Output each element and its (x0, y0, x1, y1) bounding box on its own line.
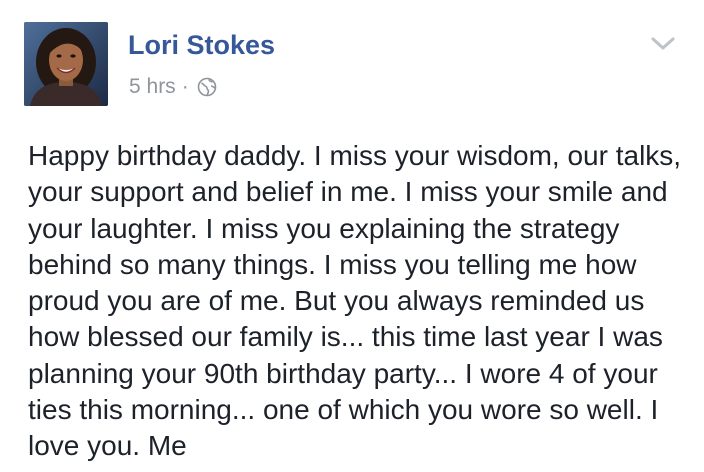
post-text-line: how blessed our family is... this time l… (28, 321, 663, 353)
post-body-text: Happy birthday daddy. I miss your wisdom… (28, 138, 688, 465)
post-text-line: proud you are of me. But you always remi… (28, 285, 645, 317)
post-text-line: planning your 90th birthday party... I w… (28, 357, 658, 389)
meta-separator: · (181, 75, 189, 98)
post-text-line: your support and belief in me. I miss yo… (28, 176, 668, 208)
globe-icon[interactable] (197, 77, 217, 97)
post-text-line: Happy birthday daddy. I miss your wisdom… (28, 140, 682, 171)
post-meta: 5 hrs · (129, 73, 217, 101)
author-name-link[interactable]: Lori Stokes (128, 28, 275, 62)
post-timestamp[interactable]: 5 hrs (129, 73, 176, 101)
post-text-line: ties this morning... one of which you wo… (28, 394, 659, 426)
chevron-down-icon[interactable] (646, 30, 680, 56)
facebook-post: Lori Stokes 5 hrs · Happy birthday daddy… (0, 0, 704, 472)
post-text-line: love you. Me (28, 430, 187, 462)
post-text-line: your laughter. I miss you explaining the… (28, 212, 620, 244)
post-text-line: behind so many things. I miss you tellin… (28, 248, 637, 280)
author-avatar[interactable] (24, 22, 108, 106)
